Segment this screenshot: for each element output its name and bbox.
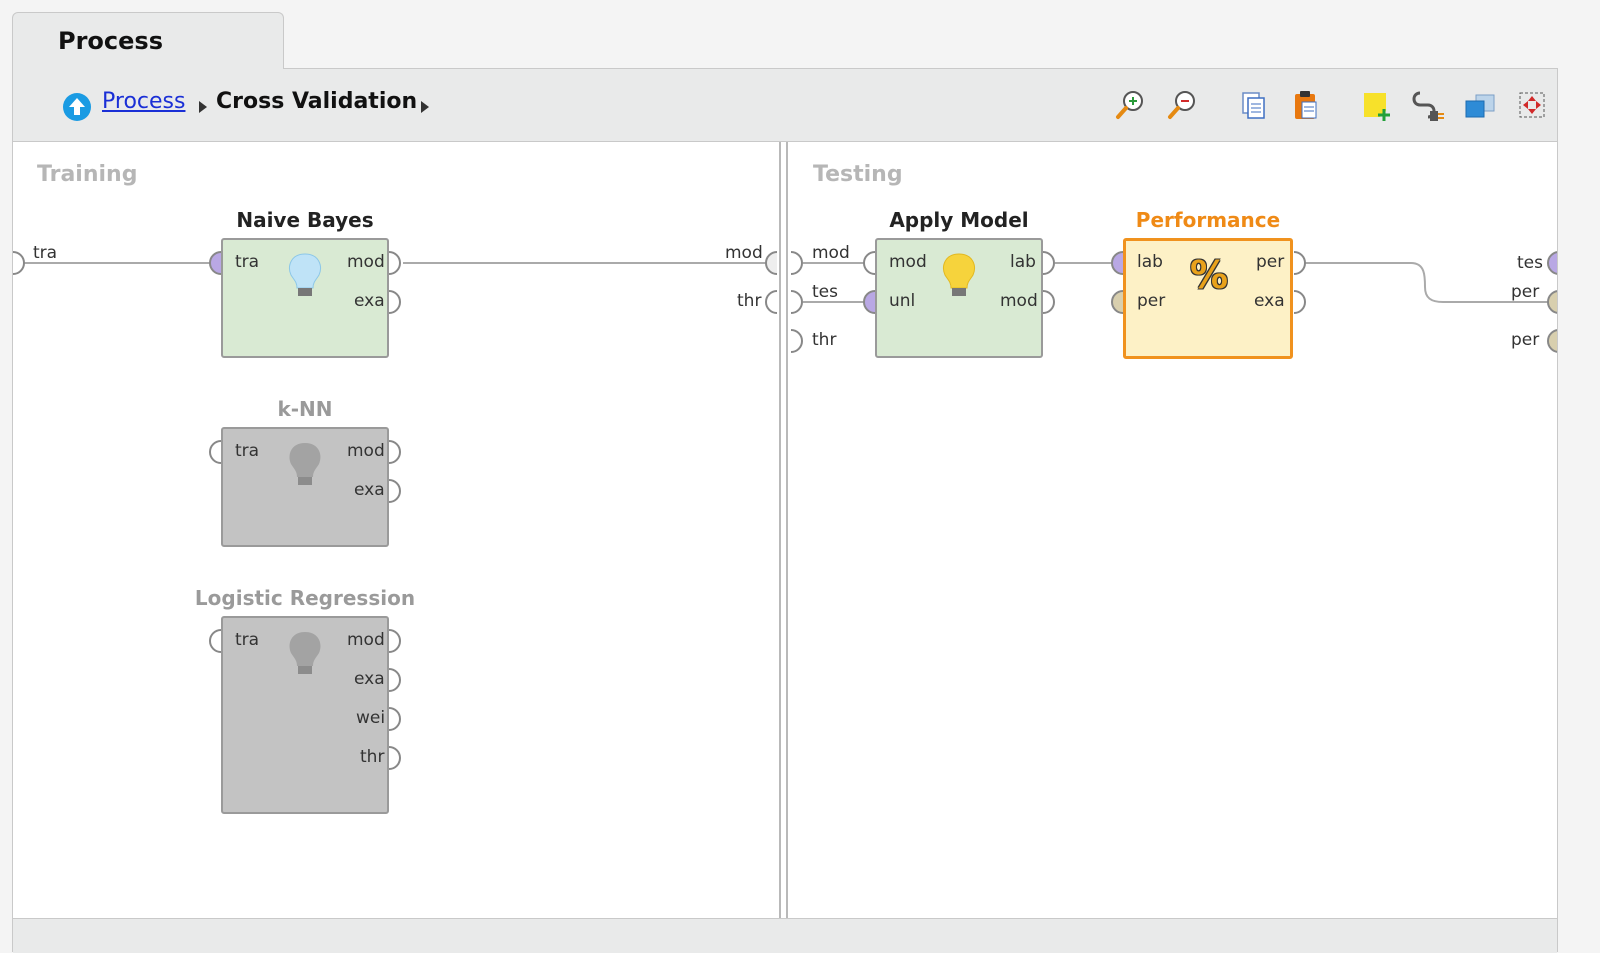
port-label: per (1137, 291, 1166, 311)
status-bar (13, 918, 1557, 953)
copy-icon[interactable] (1235, 87, 1271, 123)
process-tab[interactable]: Process (12, 12, 284, 69)
add-note-icon[interactable] (1358, 87, 1394, 123)
fit-view-icon[interactable] (1514, 87, 1550, 123)
port-label: lab (1137, 252, 1163, 272)
process-canvas[interactable]: Training Testing tra mod thr mod tes thr… (13, 142, 1557, 953)
breadcrumb-current: Cross Validation (216, 89, 418, 114)
breadcrumb-separator-icon (199, 101, 207, 113)
toolbar: Process Cross Validation (13, 69, 1557, 142)
navigate-up-icon[interactable] (63, 93, 91, 121)
zoom-in-icon[interactable] (1113, 87, 1149, 123)
breadcrumb-next-icon[interactable] (421, 101, 429, 113)
port-label: exa (1254, 291, 1285, 311)
breadcrumb-process-link[interactable]: Process (102, 89, 185, 114)
port-label: per (1256, 252, 1285, 272)
performance-ports (1111, 251, 1306, 314)
paste-icon[interactable] (1287, 87, 1323, 123)
layers-icon[interactable] (1462, 87, 1498, 123)
process-panel: Process Cross Validation Training Testin… (12, 68, 1558, 953)
connect-ports-icon[interactable] (1410, 87, 1446, 123)
tab-title: Process (58, 27, 163, 55)
zoom-out-icon[interactable] (1165, 87, 1201, 123)
